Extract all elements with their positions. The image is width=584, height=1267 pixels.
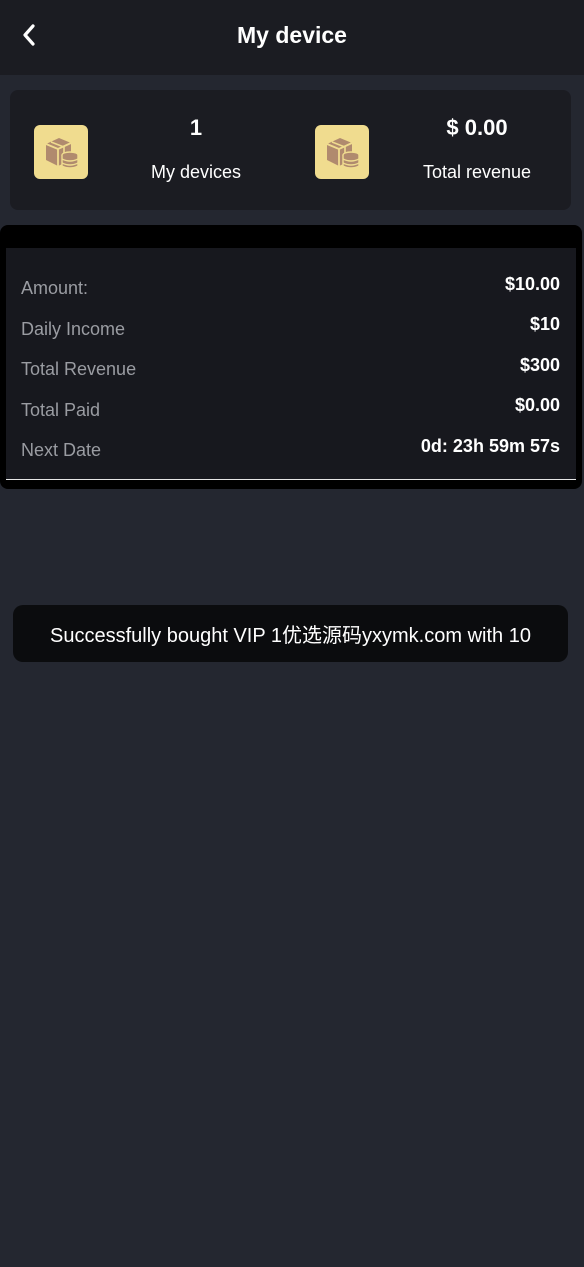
revenue-label: Total revenue [422, 162, 532, 182]
summary-card: 1 My devices $ 0.00 Total revenue [10, 90, 571, 210]
next-date-value: 0d: 23h 59m 57s [420, 436, 560, 456]
total-paid-label: Total Paid [21, 400, 101, 420]
devices-count: 1 [189, 115, 203, 140]
total-paid-value: $0.00 [514, 395, 560, 415]
daily-income-value: $10 [529, 314, 560, 334]
devices-label: My devices [150, 162, 242, 182]
device-details: Amount: $10.00 Daily Income $10 Total Re… [6, 248, 576, 480]
revenue-coin-icon [315, 125, 369, 179]
total-revenue-value: $300 [519, 355, 560, 375]
page-title: My device [237, 22, 347, 48]
device-card: Amount: $10.00 Daily Income $10 Total Re… [0, 225, 582, 489]
device-coin-icon [34, 125, 88, 179]
total-revenue-label: Total Revenue [21, 359, 137, 379]
divider [6, 479, 576, 480]
next-date-label: Next Date [21, 440, 102, 460]
top-bar: My device [0, 0, 584, 75]
amount-label: Amount: [21, 278, 89, 298]
revenue-value: $ 0.00 [446, 115, 508, 140]
amount-value: $10.00 [504, 274, 560, 294]
toast-message: Successfully bought VIP 1优选源码yxymk.com w… [13, 605, 568, 662]
daily-income-label: Daily Income [21, 319, 126, 339]
